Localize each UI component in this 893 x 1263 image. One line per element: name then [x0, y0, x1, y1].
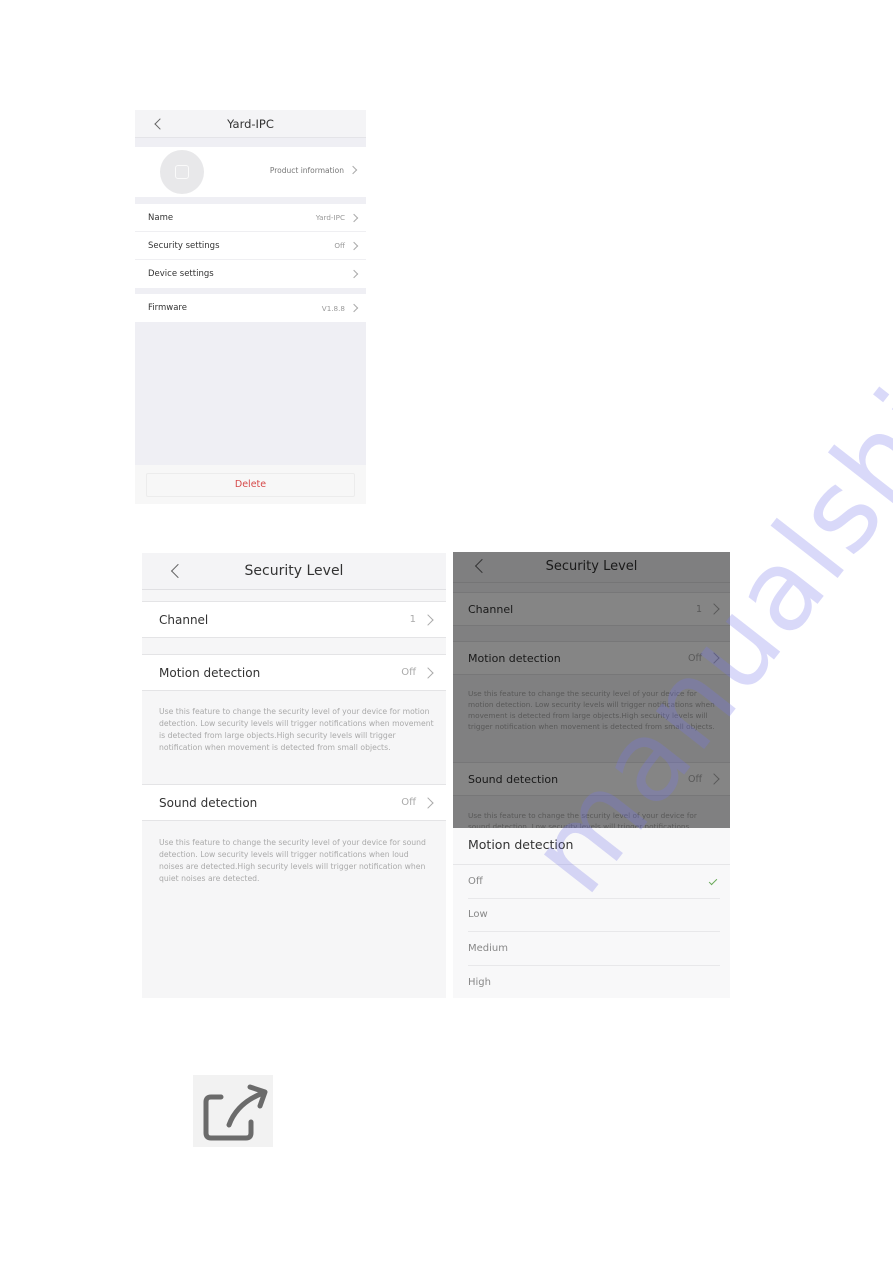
firmware-version: V1.8.8	[321, 303, 345, 313]
row-value: 1	[409, 614, 416, 625]
option-label: Low	[468, 909, 488, 921]
sound-description: Use this feature to change the security …	[159, 838, 426, 883]
row-label: Security settings	[148, 240, 220, 251]
option-label: Off	[468, 875, 483, 887]
row-label: Motion detection	[159, 665, 261, 680]
firmware-group: Firmware V1.8.8	[135, 294, 366, 322]
security-level-picker-screen: Security Level Channel 1 Motion detectio…	[453, 552, 730, 998]
sheet-title: Motion detection	[453, 828, 730, 865]
share-external-icon	[193, 1075, 273, 1147]
row-label: Name	[148, 212, 174, 223]
row-label: Device settings	[148, 269, 214, 279]
option-label: High	[468, 976, 491, 988]
row-value: Off	[401, 667, 416, 678]
row-label: Channel	[159, 612, 209, 627]
device-settings-row[interactable]: Device settings	[135, 260, 366, 288]
product-info-row[interactable]: Product information	[135, 147, 366, 197]
chevron-right-icon	[349, 213, 359, 222]
option-label: Medium	[468, 942, 508, 954]
name-row[interactable]: Name Yard-IPC	[135, 204, 366, 232]
checkmark-icon	[708, 877, 718, 886]
delete-button[interactable]: Delete	[146, 473, 355, 497]
delete-area: Delete	[135, 465, 366, 504]
device-placeholder-icon	[175, 165, 189, 179]
motion-detection-sheet: Motion detection Off Low Medium High	[453, 828, 730, 998]
settings-group: Name Yard-IPC Security settings Off Devi…	[135, 204, 366, 288]
device-detail-screen: Yard-IPC Product information Name Yard-I…	[135, 110, 366, 504]
security-settings-row[interactable]: Security settings Off	[135, 232, 366, 260]
nav-title: Yard-IPC	[227, 117, 274, 131]
firmware-row[interactable]: Firmware V1.8.8	[135, 294, 366, 322]
nav-bar: Security Level	[142, 553, 446, 590]
nav-bar: Yard-IPC	[135, 110, 366, 138]
option-off[interactable]: Off	[468, 865, 720, 899]
row-value: Yard-IPC	[315, 213, 345, 222]
channel-row[interactable]: Channel 1	[142, 601, 446, 638]
product-info-label: Product information	[269, 166, 344, 175]
option-low[interactable]: Low	[468, 899, 720, 932]
device-avatar	[160, 150, 204, 194]
row-value: Off	[401, 797, 416, 808]
motion-description: Use this feature to change the security …	[159, 707, 434, 752]
chevron-right-icon	[422, 666, 434, 679]
row-value: Off	[334, 241, 345, 250]
sound-detection-row[interactable]: Sound detection Off	[142, 784, 446, 821]
option-medium[interactable]: Medium	[468, 932, 720, 966]
chevron-right-icon	[348, 165, 358, 175]
row-label: Sound detection	[159, 795, 258, 810]
chevron-right-icon	[349, 269, 359, 279]
option-high[interactable]: High	[468, 966, 720, 999]
chevron-right-icon	[349, 303, 359, 313]
motion-detection-row[interactable]: Motion detection Off	[142, 654, 446, 691]
row-label: Firmware	[148, 303, 187, 313]
security-level-screen: Security Level Channel 1 Motion detectio…	[142, 553, 446, 998]
nav-title: Security Level	[244, 563, 344, 579]
chevron-right-icon	[422, 796, 434, 809]
chevron-right-icon	[422, 613, 434, 626]
chevron-right-icon	[349, 241, 359, 250]
